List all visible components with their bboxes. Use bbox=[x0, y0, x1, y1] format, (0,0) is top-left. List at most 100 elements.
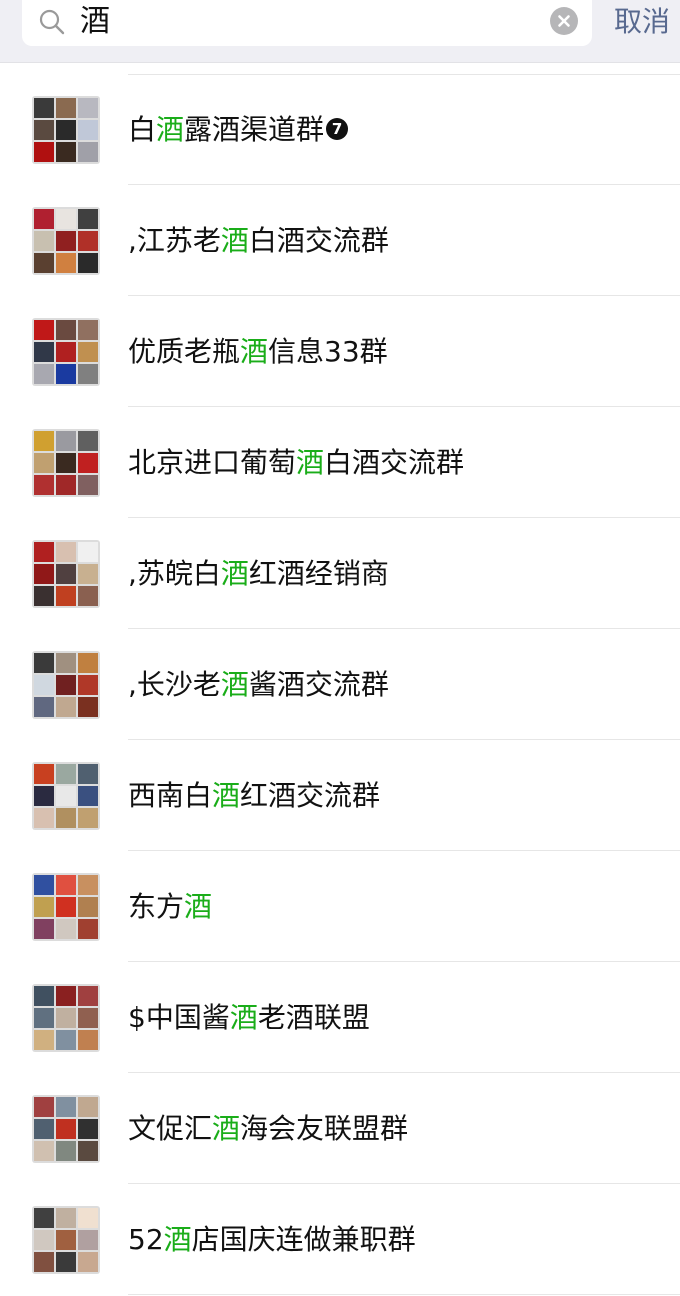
group-name-suffix: 店国庆连做兼职群 bbox=[191, 1223, 416, 1256]
avatar-tile bbox=[78, 231, 98, 251]
avatar-tile bbox=[34, 897, 54, 917]
avatar-tile bbox=[34, 1030, 54, 1050]
avatar-tile bbox=[78, 1252, 98, 1272]
group-name-prefix: 文促汇 bbox=[128, 1112, 213, 1145]
group-name-suffix: 信息33群 bbox=[268, 335, 388, 368]
group-name: 白酒露酒渠道群 7 bbox=[128, 74, 349, 185]
result-row[interactable]: ,江苏老酒白酒交流群 bbox=[0, 185, 680, 296]
avatar-tile bbox=[34, 1097, 54, 1117]
avatar-tile bbox=[34, 1208, 54, 1228]
avatar-tile bbox=[56, 231, 76, 251]
group-avatar bbox=[32, 873, 100, 941]
avatar-tile bbox=[34, 653, 54, 673]
group-name-prefix: 北京进口葡萄 bbox=[128, 446, 297, 479]
avatar-tile bbox=[78, 342, 98, 362]
avatar-tile bbox=[34, 764, 54, 784]
avatar-tile bbox=[34, 1252, 54, 1272]
group-avatar bbox=[32, 96, 100, 164]
group-name: 优质老瓶酒信息33群 bbox=[128, 296, 388, 407]
keyword-highlight: 酒 bbox=[163, 1223, 192, 1256]
result-row[interactable]: 文促汇酒海会友联盟群 bbox=[0, 1073, 680, 1184]
keyword-highlight: 酒 bbox=[220, 224, 249, 257]
avatar-tile bbox=[56, 1141, 76, 1161]
avatar-tile bbox=[56, 675, 76, 695]
avatar-tile bbox=[56, 897, 76, 917]
search-bar: 取消 bbox=[0, 0, 680, 63]
group-name: 北京进口葡萄酒白酒交流群 bbox=[128, 407, 464, 518]
keyword-highlight: 酒 bbox=[229, 1001, 258, 1034]
group-name-suffix: 露酒渠道群 bbox=[184, 113, 325, 146]
avatar-tile bbox=[34, 475, 54, 495]
avatar-tile bbox=[56, 320, 76, 340]
group-avatar bbox=[32, 429, 100, 497]
avatar-tile bbox=[56, 209, 76, 229]
group-name-prefix: 优质老瓶 bbox=[128, 335, 241, 368]
avatar-tile bbox=[78, 1230, 98, 1250]
avatar-tile bbox=[78, 1208, 98, 1228]
result-row[interactable]: ,苏皖白酒红酒经销商 bbox=[0, 518, 680, 629]
result-row[interactable]: 东方酒 bbox=[0, 851, 680, 962]
group-name-prefix: 西南白 bbox=[128, 779, 213, 812]
search-results-list: 白酒露酒渠道群 7 ,江苏老酒白酒交流群 优质老瓶酒信息33群 北京进口葡萄酒白酒交流群… bbox=[0, 74, 680, 1295]
result-row[interactable]: 52酒店国庆连做兼职群 bbox=[0, 1184, 680, 1295]
avatar-tile bbox=[78, 431, 98, 451]
avatar-tile bbox=[34, 542, 54, 562]
result-row[interactable]: 西南白酒红酒交流群 bbox=[0, 740, 680, 851]
avatar-tile bbox=[56, 453, 76, 473]
result-row[interactable]: 优质老瓶酒信息33群 bbox=[0, 296, 680, 407]
avatar-tile bbox=[78, 897, 98, 917]
search-input[interactable] bbox=[80, 0, 540, 44]
group-name: 东方酒 bbox=[128, 851, 212, 962]
keyword-highlight: 酒 bbox=[212, 779, 241, 812]
avatar-tile bbox=[34, 564, 54, 584]
result-row[interactable]: $中国酱酒老酒联盟 bbox=[0, 962, 680, 1073]
clear-search-button[interactable] bbox=[550, 7, 578, 35]
avatar-tile bbox=[34, 231, 54, 251]
avatar-tile bbox=[34, 209, 54, 229]
avatar-tile bbox=[56, 253, 76, 273]
avatar-tile bbox=[78, 253, 98, 273]
group-name-suffix: 白酒交流群 bbox=[248, 224, 389, 257]
avatar-tile bbox=[34, 253, 54, 273]
avatar-tile bbox=[34, 120, 54, 140]
avatar-tile bbox=[78, 1008, 98, 1028]
avatar-tile bbox=[34, 453, 54, 473]
avatar-tile bbox=[56, 919, 76, 939]
avatar-tile bbox=[78, 98, 98, 118]
avatar-tile bbox=[56, 564, 76, 584]
group-name-suffix: 白酒交流群 bbox=[324, 446, 465, 479]
keyword-highlight: 酒 bbox=[296, 446, 325, 479]
avatar-tile bbox=[78, 564, 98, 584]
result-row[interactable]: ,长沙老酒酱酒交流群 bbox=[0, 629, 680, 740]
avatar-tile bbox=[78, 653, 98, 673]
group-name: 52酒店国庆连做兼职群 bbox=[128, 1184, 416, 1295]
avatar-tile bbox=[56, 364, 76, 384]
avatar-tile bbox=[78, 475, 98, 495]
avatar-tile bbox=[56, 98, 76, 118]
group-name-prefix: $中国酱 bbox=[128, 1001, 230, 1034]
avatar-tile bbox=[34, 1008, 54, 1028]
group-avatar bbox=[32, 318, 100, 386]
avatar-tile bbox=[78, 875, 98, 895]
result-row[interactable]: 北京进口葡萄酒白酒交流群 bbox=[0, 407, 680, 518]
search-results-screen: 取消 白酒露酒渠道群7,江苏老酒白酒交流群优质老瓶酒信息33群北京进口葡萄酒白酒… bbox=[0, 0, 680, 1296]
avatar-tile bbox=[34, 1119, 54, 1139]
result-row[interactable]: 白酒露酒渠道群 7 bbox=[0, 74, 680, 185]
avatar-tile bbox=[78, 675, 98, 695]
avatar-tile bbox=[34, 697, 54, 717]
avatar-tile bbox=[34, 808, 54, 828]
keyword-highlight: 酒 bbox=[156, 113, 185, 146]
avatar-tile bbox=[56, 786, 76, 806]
group-name-suffix: 酱酒交流群 bbox=[248, 668, 389, 701]
avatar-tile bbox=[56, 475, 76, 495]
cancel-button[interactable]: 取消 bbox=[614, 2, 670, 42]
avatar-tile bbox=[78, 1119, 98, 1139]
avatar-tile bbox=[34, 786, 54, 806]
avatar-tile bbox=[34, 919, 54, 939]
avatar-tile bbox=[34, 986, 54, 1006]
avatar-tile bbox=[34, 98, 54, 118]
search-box[interactable] bbox=[22, 0, 592, 46]
avatar-tile bbox=[56, 1119, 76, 1139]
group-name-suffix: 老酒联盟 bbox=[257, 1001, 370, 1034]
avatar-tile bbox=[56, 1030, 76, 1050]
